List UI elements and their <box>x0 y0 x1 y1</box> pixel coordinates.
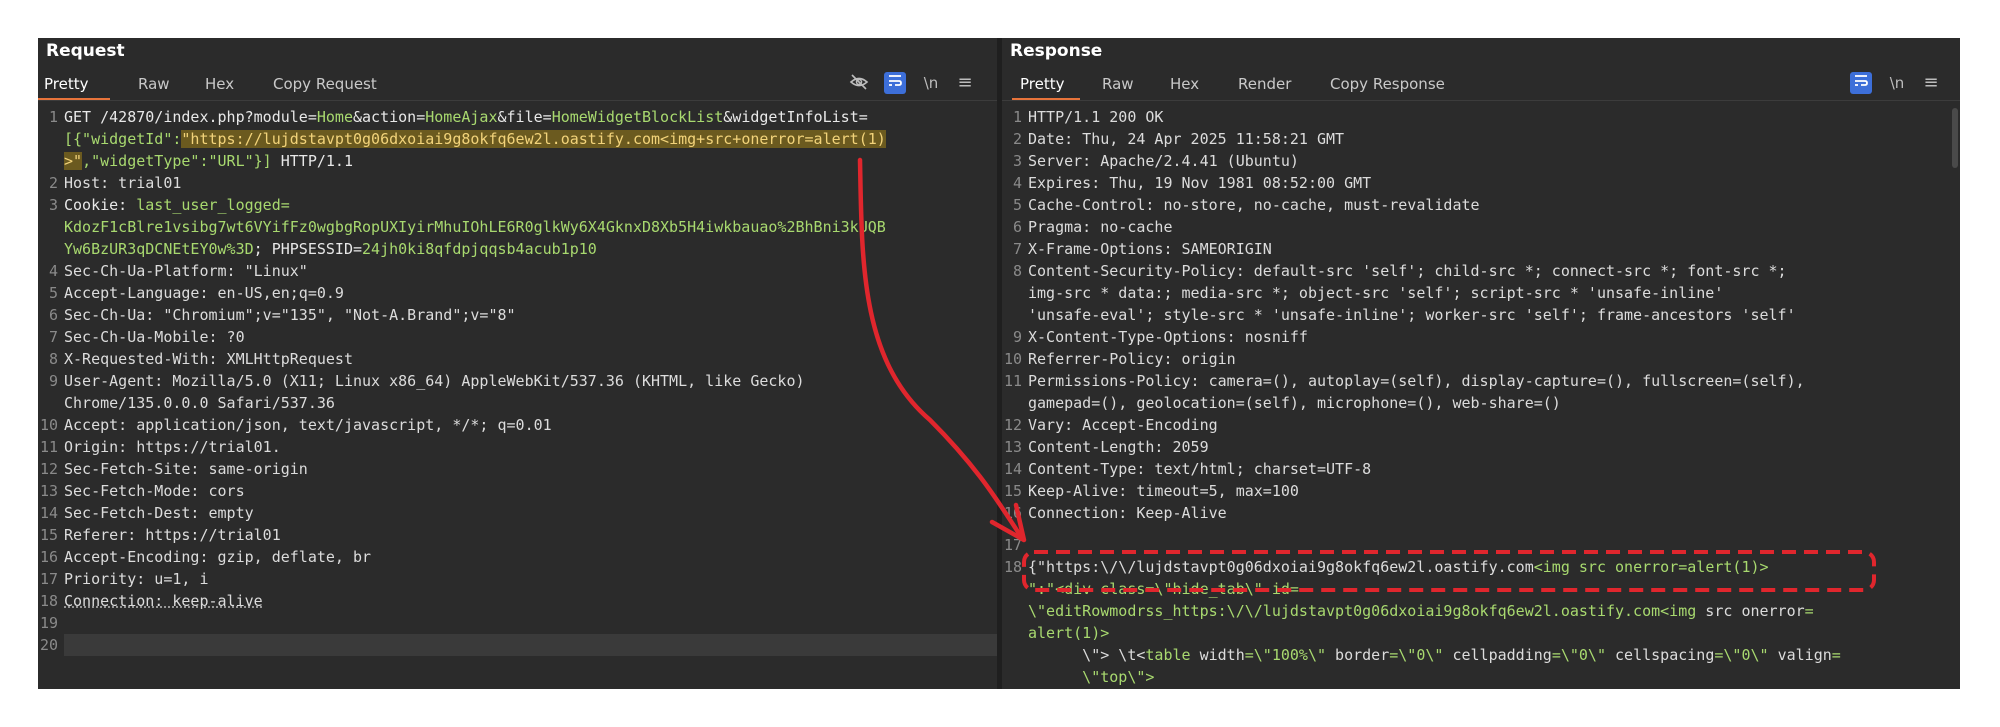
request-panel: Request Pretty Raw Hex Copy Request \n ≡… <box>38 38 997 689</box>
response-title: Response <box>1010 41 1103 61</box>
response-editor[interactable]: 1 HTTP/1.1 200 OK 2 Date: Thu, 24 Apr 2025… <box>1002 106 1960 689</box>
wrap-icon[interactable] <box>884 72 906 94</box>
request-tabs: Pretty Raw Hex Copy Request \n ≡ <box>38 68 997 101</box>
menu-icon[interactable]: ≡ <box>954 72 976 94</box>
request-editor[interactable]: 1 GET /42870/index.php?module=Home&action… <box>38 106 997 689</box>
active-tab-indicator <box>1012 98 1080 100</box>
tab-copy-response[interactable]: Copy Response <box>1330 75 1445 93</box>
code-line: [{"widgetId":"https://lujdstavpt0g06dxoi… <box>64 130 886 148</box>
request-title: Request <box>46 41 125 61</box>
newline-icon[interactable]: \n <box>1886 72 1908 94</box>
wrap-icon[interactable] <box>1850 72 1872 94</box>
eye-slash-icon[interactable] <box>848 72 870 94</box>
menu-icon[interactable]: ≡ <box>1920 72 1942 94</box>
response-tabs: Pretty Raw Hex Render Copy Response \n ≡ <box>1002 68 1960 101</box>
tab-pretty[interactable]: Pretty <box>1020 75 1065 93</box>
newline-icon[interactable]: \n <box>920 72 942 94</box>
tab-pretty[interactable]: Pretty <box>44 75 89 93</box>
tab-render[interactable]: Render <box>1238 75 1291 93</box>
payload-highlight: "https://lujdstavpt0g06dxoiai9g8okfq6ew2… <box>181 130 886 148</box>
active-tab-indicator <box>38 98 110 100</box>
code-line: 1 GET /42870/index.php?module=Home&action… <box>48 108 868 126</box>
reflected-payload-line: 18 {"https:\/\/lujdstavpt0g06dxoiai9g8okf… <box>1003 558 1769 576</box>
tab-raw[interactable]: Raw <box>1102 75 1134 93</box>
tab-hex[interactable]: Hex <box>205 75 234 93</box>
code-line: >","widgetType":"URL"}] HTTP/1.1 <box>64 152 353 170</box>
tab-hex[interactable]: Hex <box>1170 75 1199 93</box>
response-panel: Response Pretty Raw Hex Render Copy Resp… <box>1002 38 1960 689</box>
tab-raw[interactable]: Raw <box>138 75 170 93</box>
tab-copy-request[interactable]: Copy Request <box>273 75 377 93</box>
